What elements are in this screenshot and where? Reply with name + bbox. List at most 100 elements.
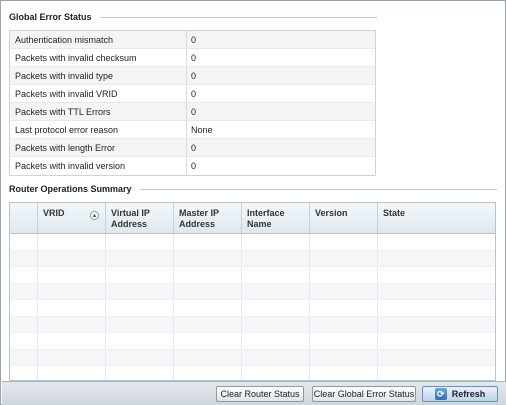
table-cell bbox=[38, 300, 106, 316]
grid-body bbox=[10, 234, 495, 380]
clear-router-status-button[interactable]: Clear Router Status bbox=[216, 386, 304, 402]
table-cell bbox=[10, 300, 38, 316]
grid-header: VRID ▲ Virtual IP Address Master IP Addr… bbox=[10, 203, 495, 234]
error-value: 0 bbox=[191, 161, 197, 171]
column-header-label: Interface bbox=[247, 208, 285, 218]
column-header-master-ip[interactable]: Master IP Address bbox=[174, 203, 242, 233]
table-cell bbox=[378, 333, 495, 349]
table-cell bbox=[106, 250, 174, 266]
table-row[interactable] bbox=[10, 300, 495, 317]
table-row[interactable] bbox=[10, 250, 495, 267]
table-cell bbox=[242, 349, 310, 365]
refresh-button[interactable]: ⟳ Refresh bbox=[422, 386, 498, 402]
table-row[interactable] bbox=[10, 267, 495, 284]
column-header-virtual-ip[interactable]: Virtual IP Address bbox=[106, 203, 174, 233]
table-cell bbox=[242, 300, 310, 316]
vrrp-statistics-panel: Global Error Status Authentication misma… bbox=[0, 0, 506, 405]
error-label: Packets with TTL Errors bbox=[10, 103, 187, 120]
table-cell bbox=[310, 349, 378, 365]
table-cell bbox=[310, 283, 378, 299]
table-cell bbox=[106, 300, 174, 316]
table-cell bbox=[38, 366, 106, 380]
table-cell bbox=[310, 234, 378, 250]
table-cell bbox=[106, 283, 174, 299]
error-row: Packets with length Error 0 bbox=[10, 139, 375, 157]
table-cell bbox=[38, 250, 106, 266]
table-cell bbox=[310, 316, 378, 332]
error-row: Packets with TTL Errors 0 bbox=[10, 103, 375, 121]
table-cell bbox=[310, 267, 378, 283]
table-cell bbox=[38, 316, 106, 332]
table-cell bbox=[378, 251, 495, 267]
table-cell bbox=[378, 284, 495, 300]
clear-global-error-status-button[interactable]: Clear Global Error Status bbox=[312, 386, 416, 402]
table-cell bbox=[10, 349, 38, 365]
error-row: Packets with invalid type 0 bbox=[10, 67, 375, 85]
table-row[interactable] bbox=[10, 234, 495, 251]
table-cell bbox=[174, 267, 242, 283]
table-row[interactable] bbox=[10, 349, 495, 366]
router-operations-summary-heading: Router Operations Summary bbox=[9, 184, 497, 194]
table-cell bbox=[310, 300, 378, 316]
table-cell bbox=[310, 366, 378, 380]
table-cell bbox=[106, 316, 174, 332]
table-cell bbox=[310, 333, 378, 349]
global-error-status-heading: Global Error Status bbox=[9, 12, 377, 22]
table-cell bbox=[378, 267, 495, 283]
error-label: Last protocol error reason bbox=[10, 121, 187, 138]
row-selector-header bbox=[10, 203, 38, 233]
table-cell bbox=[174, 283, 242, 299]
column-header-version[interactable]: Version bbox=[310, 203, 378, 233]
table-row[interactable] bbox=[10, 316, 495, 333]
error-row: Packets with invalid VRID 0 bbox=[10, 85, 375, 103]
table-cell bbox=[174, 300, 242, 316]
table-cell bbox=[242, 250, 310, 266]
table-cell bbox=[378, 234, 495, 250]
error-label: Packets with invalid type bbox=[10, 67, 187, 84]
column-header-interface-name[interactable]: Interface Name bbox=[242, 203, 310, 233]
table-cell bbox=[242, 366, 310, 380]
section-divider bbox=[139, 188, 497, 190]
column-header-vrid[interactable]: VRID ▲ bbox=[38, 203, 106, 233]
table-cell bbox=[10, 316, 38, 332]
table-cell bbox=[242, 316, 310, 332]
table-cell bbox=[10, 250, 38, 266]
table-row[interactable] bbox=[10, 333, 495, 350]
table-cell bbox=[242, 283, 310, 299]
error-row: Packets with invalid version 0 bbox=[10, 157, 375, 175]
table-cell bbox=[106, 333, 174, 349]
table-cell bbox=[378, 300, 495, 316]
error-label: Packets with invalid version bbox=[10, 157, 187, 175]
table-cell bbox=[106, 234, 174, 250]
error-value: 0 bbox=[191, 70, 197, 81]
refresh-icon: ⟳ bbox=[434, 388, 447, 400]
refresh-label: Refresh bbox=[451, 389, 486, 399]
column-header-label: State bbox=[383, 208, 406, 218]
table-cell bbox=[38, 349, 106, 365]
column-header-state[interactable]: State bbox=[378, 203, 495, 233]
error-value: 0 bbox=[191, 142, 197, 153]
table-cell bbox=[378, 366, 495, 380]
table-cell bbox=[10, 366, 38, 380]
error-value: None bbox=[191, 124, 213, 135]
error-value: 0 bbox=[191, 34, 197, 45]
error-label: Packets with length Error bbox=[10, 139, 187, 156]
error-label: Packets with invalid VRID bbox=[10, 85, 187, 102]
table-cell bbox=[106, 349, 174, 365]
table-cell bbox=[174, 234, 242, 250]
router-operations-summary-title: Router Operations Summary bbox=[9, 184, 132, 194]
table-row[interactable] bbox=[10, 283, 495, 300]
error-label: Authentication mismatch bbox=[10, 31, 187, 48]
error-row: Last protocol error reason None bbox=[10, 121, 375, 139]
table-cell bbox=[106, 366, 174, 380]
error-label: Packets with invalid checksum bbox=[10, 49, 187, 66]
table-cell bbox=[10, 283, 38, 299]
section-divider bbox=[99, 16, 377, 18]
sort-icon[interactable]: ▲ bbox=[90, 211, 99, 220]
global-error-status-table: Authentication mismatch 0 Packets with i… bbox=[9, 30, 376, 176]
table-row[interactable] bbox=[10, 366, 495, 380]
table-cell bbox=[174, 366, 242, 380]
table-cell bbox=[38, 283, 106, 299]
table-cell bbox=[174, 349, 242, 365]
error-value: 0 bbox=[191, 106, 197, 117]
